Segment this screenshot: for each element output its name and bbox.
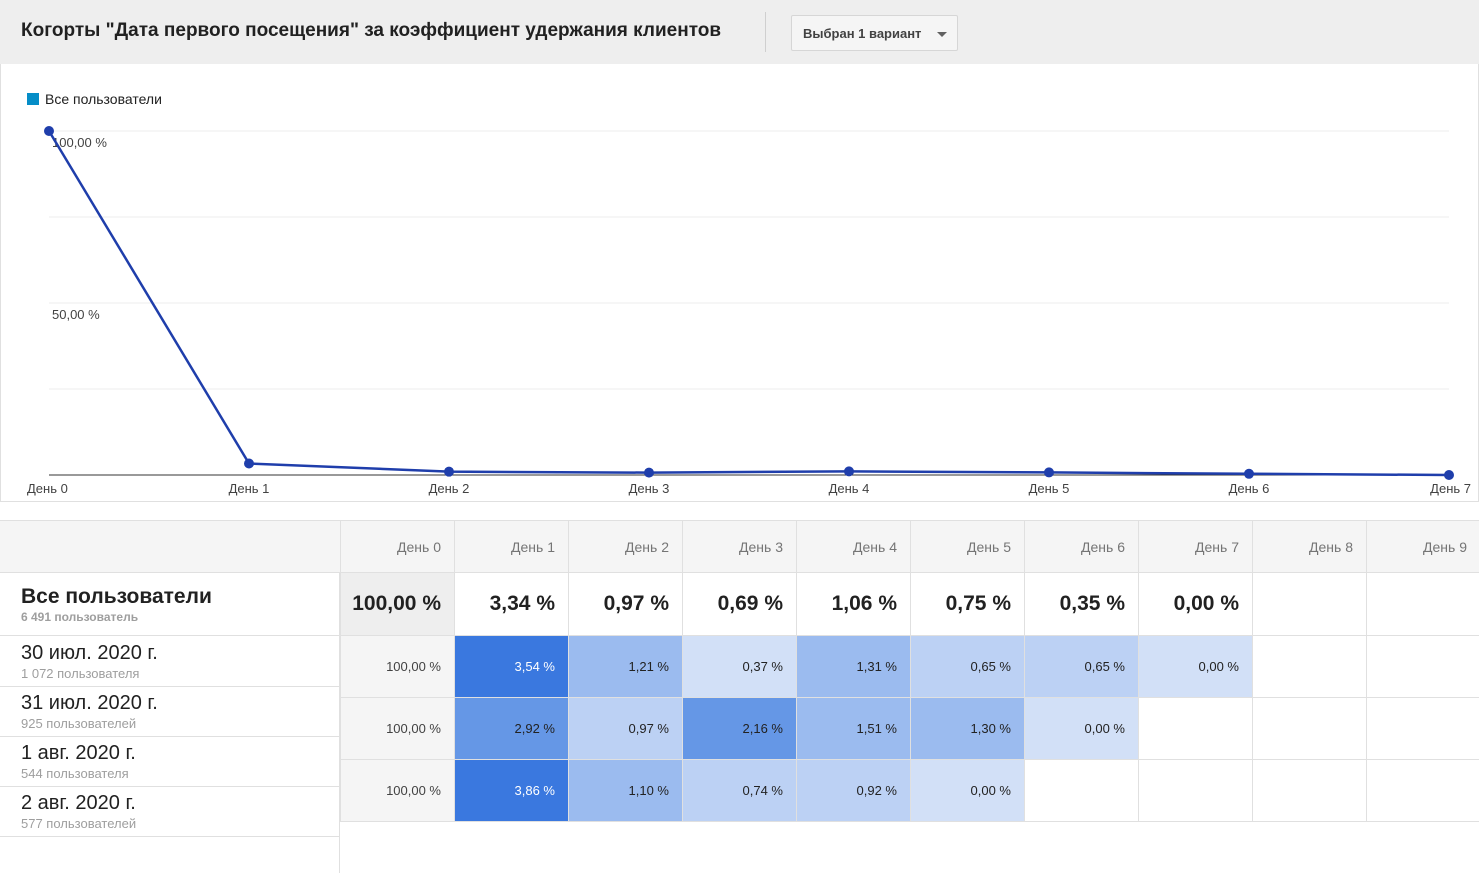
x-tick-label: День 0 [27,481,68,496]
data-point [1244,468,1254,479]
chart-svg: 100,00 %50,00 %День 0 День 1 День 2 День 3Д… [27,126,1471,496]
data-point [244,458,254,469]
total-cell: 0,00 % [1138,573,1252,635]
data-point [444,466,454,477]
total-cell: 1,06 % [796,573,910,635]
retention-cell [1252,636,1366,698]
total-row: Все пользователи 6 491 пользователь 100,… [0,573,1479,636]
retention-cell[interactable]: 100,00 % [340,760,454,822]
retention-cell[interactable]: 0,37 % [682,636,796,698]
x-tick-label: День 6 [1229,481,1270,496]
data-point [844,466,854,477]
cohort-row-label[interactable]: 2 авг. 2020 г. 577 пользователей [0,787,340,837]
total-cell: 100,00 % [340,573,454,635]
retention-cell[interactable]: 100,00 % [340,636,454,698]
retention-cell[interactable]: 3,54 % [454,636,568,698]
retention-cell[interactable]: 100,00 % [340,698,454,760]
x-tick-label: День 7 [1430,481,1471,496]
retention-cell[interactable]: 0,00 % [910,760,1024,822]
cohort-users: 577 пользователей [21,816,137,831]
retention-cell[interactable]: 2,16 % [682,698,796,760]
x-tick-label: День 3 [629,481,670,496]
retention-cell [1252,760,1366,822]
variant-select-label: Выбран 1 вариант [803,26,922,41]
column-header: День 8 [1252,521,1366,573]
x-tick-label: День 5 [1029,481,1070,496]
retention-cell[interactable]: 1,31 % [796,636,910,698]
retention-cell[interactable]: 0,97 % [568,698,682,760]
retention-cell[interactable]: 1,21 % [568,636,682,698]
chevron-down-icon [937,32,947,37]
total-cell [1252,573,1366,635]
data-point [644,467,654,478]
retention-chart: Все пользователи 100,00 % 50,00 % День 0 Де… [0,64,1479,502]
column-header: День 1 [454,521,568,573]
y-tick-label: 50,00 % [52,307,100,322]
page-title: Когорты "Дата первого посещения" за коэф… [21,20,722,41]
retention-cell[interactable]: 1,10 % [568,760,682,822]
column-header: День 7 [1138,521,1252,573]
data-point [1044,467,1054,478]
x-tick-label: День 1 [229,481,270,496]
cohort-row-label[interactable]: 31 июл. 2020 г. 925 пользователей [0,687,340,737]
variant-select[interactable]: Выбран 1 вариант [791,15,958,51]
column-header: День 2 [568,521,682,573]
header-divider [765,12,766,52]
column-header: День 4 [796,521,910,573]
retention-cell[interactable]: 1,30 % [910,698,1024,760]
total-cell: 0,75 % [910,573,1024,635]
retention-cell [1138,698,1252,760]
report-header: Когорты "Дата первого посещения" за коэф… [0,0,1479,64]
retention-cell[interactable]: 0,00 % [1138,636,1252,698]
column-header: День 9 [1366,521,1479,573]
cohort-users: 925 пользователей [21,716,137,731]
total-name: Все пользователи [21,585,212,608]
total-cell [1366,573,1479,635]
retention-cell [1366,698,1479,760]
cohort-date: 2 авг. 2020 г. [21,792,136,814]
x-tick-label: День 2 [429,481,470,496]
retention-cell[interactable]: 0,65 % [910,636,1024,698]
retention-cell[interactable]: 1,51 % [796,698,910,760]
retention-cell[interactable]: 0,00 % [1024,698,1138,760]
cohort-row-label[interactable]: 30 июл. 2020 г. 1 072 пользователя [0,637,340,687]
x-tick-label: День 4 [829,481,870,496]
cohort-users: 544 пользователя [21,766,129,781]
retention-cell [1366,760,1479,822]
total-cell: 0,97 % [568,573,682,635]
retention-cell[interactable]: 0,74 % [682,760,796,822]
total-cell: 0,35 % [1024,573,1138,635]
cohort-date: 1 авг. 2020 г. [21,742,136,764]
retention-cell [1252,698,1366,760]
column-header: День 6 [1024,521,1138,573]
total-cell: 0,69 % [682,573,796,635]
retention-cell[interactable]: 0,65 % [1024,636,1138,698]
retention-cell[interactable]: 3,86 % [454,760,568,822]
data-point [1444,470,1454,480]
cohort-users: 1 072 пользователя [21,666,140,681]
column-header: День 0 [340,521,454,573]
table-header-row: День 0 День 1 День 2 День 3 День 4 День 5 День… [0,520,1479,573]
total-cell: 3,34 % [454,573,568,635]
cohort-date: 30 июл. 2020 г. [21,642,158,664]
total-count: 6 491 пользователь [21,610,139,624]
data-point [44,126,54,136]
retention-cell[interactable]: 0,92 % [796,760,910,822]
retention-cell[interactable]: 2,92 % [454,698,568,760]
retention-cell [1138,760,1252,822]
column-header: День 5 [910,521,1024,573]
retention-cell [1024,760,1138,822]
retention-cell [1366,636,1479,698]
cohort-date: 31 июл. 2020 г. [21,692,158,714]
total-label: Все пользователи 6 491 пользователь [21,585,212,624]
column-header: День 3 [682,521,796,573]
cohort-row-label[interactable]: 1 авг. 2020 г. 544 пользователя [0,737,340,787]
